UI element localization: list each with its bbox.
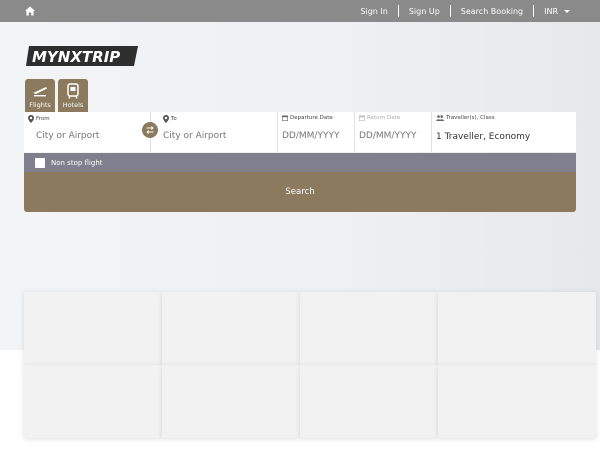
calendar-icon	[359, 115, 365, 121]
placeholder-card	[24, 292, 162, 365]
travellers-field[interactable]: Traveller(s), Class 1 Traveller, Economy	[432, 112, 576, 152]
return-date-field[interactable]: Return Date	[355, 112, 432, 152]
departure-label: Departure Date	[282, 115, 333, 121]
currency-label: INR	[544, 6, 558, 16]
from-label-text: From	[36, 116, 50, 122]
non-stop-label: Non stop flight	[51, 158, 103, 167]
caret-down-icon	[564, 9, 570, 13]
placeholder-card	[162, 292, 300, 365]
travellers-label: Traveller(s), Class	[436, 115, 495, 121]
to-label: To	[163, 115, 177, 123]
travellers-label-text: Traveller(s), Class	[446, 115, 495, 121]
top-bar: Sign In Sign Up Search Booking INR	[0, 0, 600, 22]
return-label-text: Return Date	[367, 115, 401, 121]
placeholder-card	[438, 292, 596, 365]
return-date-input[interactable]	[359, 131, 429, 141]
map-pin-icon	[163, 115, 169, 123]
placeholder-card	[300, 365, 438, 438]
calendar-icon	[282, 115, 288, 121]
from-input[interactable]	[36, 131, 141, 141]
placeholder-card	[162, 365, 300, 438]
nav-divider	[533, 5, 535, 17]
map-pin-icon	[28, 115, 34, 123]
to-field[interactable]: To	[151, 112, 278, 152]
flight-search-form: From To Departure Date Return Date	[24, 112, 576, 152]
return-label: Return Date	[359, 115, 400, 121]
product-tabs: Flights Hotels	[25, 79, 88, 112]
non-stop-checkbox[interactable]	[35, 157, 45, 168]
search-booking-link[interactable]: Search Booking	[461, 7, 523, 16]
hotel-icon	[67, 83, 79, 99]
to-label-text: To	[171, 116, 177, 122]
offer-cards-grid	[24, 292, 596, 438]
nav-divider	[449, 5, 451, 17]
tab-hotels[interactable]: Hotels	[58, 79, 88, 112]
search-button[interactable]: Search	[24, 172, 576, 212]
brand-logo[interactable]: MYNXTRIP	[26, 40, 140, 70]
plane-icon	[33, 87, 47, 97]
to-input[interactable]	[163, 131, 268, 141]
placeholder-card	[24, 365, 162, 438]
top-nav: Sign In Sign Up Search Booking INR	[360, 0, 570, 22]
users-icon	[436, 115, 444, 121]
currency-dropdown[interactable]: INR	[544, 7, 570, 16]
departure-date-input[interactable]	[282, 131, 352, 141]
sign-up-link[interactable]: Sign Up	[409, 7, 440, 16]
search-button-label: Search	[285, 187, 315, 197]
tab-hotels-label: Hotels	[62, 101, 84, 109]
from-field[interactable]: From	[24, 112, 158, 152]
sign-in-link[interactable]: Sign In	[360, 7, 387, 16]
home-icon[interactable]	[24, 5, 36, 17]
nav-divider	[397, 5, 399, 17]
departure-label-text: Departure Date	[290, 115, 333, 121]
departure-date-field[interactable]: Departure Date	[278, 112, 355, 152]
travellers-value: 1 Traveller, Economy	[436, 132, 531, 142]
placeholder-card	[300, 292, 438, 365]
placeholder-card	[438, 365, 596, 438]
tab-flights-label: Flights	[29, 101, 51, 109]
non-stop-bar: Non stop flight	[24, 153, 576, 172]
from-label: From	[28, 115, 50, 123]
logo-text: MYNXTRIP	[32, 48, 120, 66]
tab-flights[interactable]: Flights	[25, 79, 55, 112]
